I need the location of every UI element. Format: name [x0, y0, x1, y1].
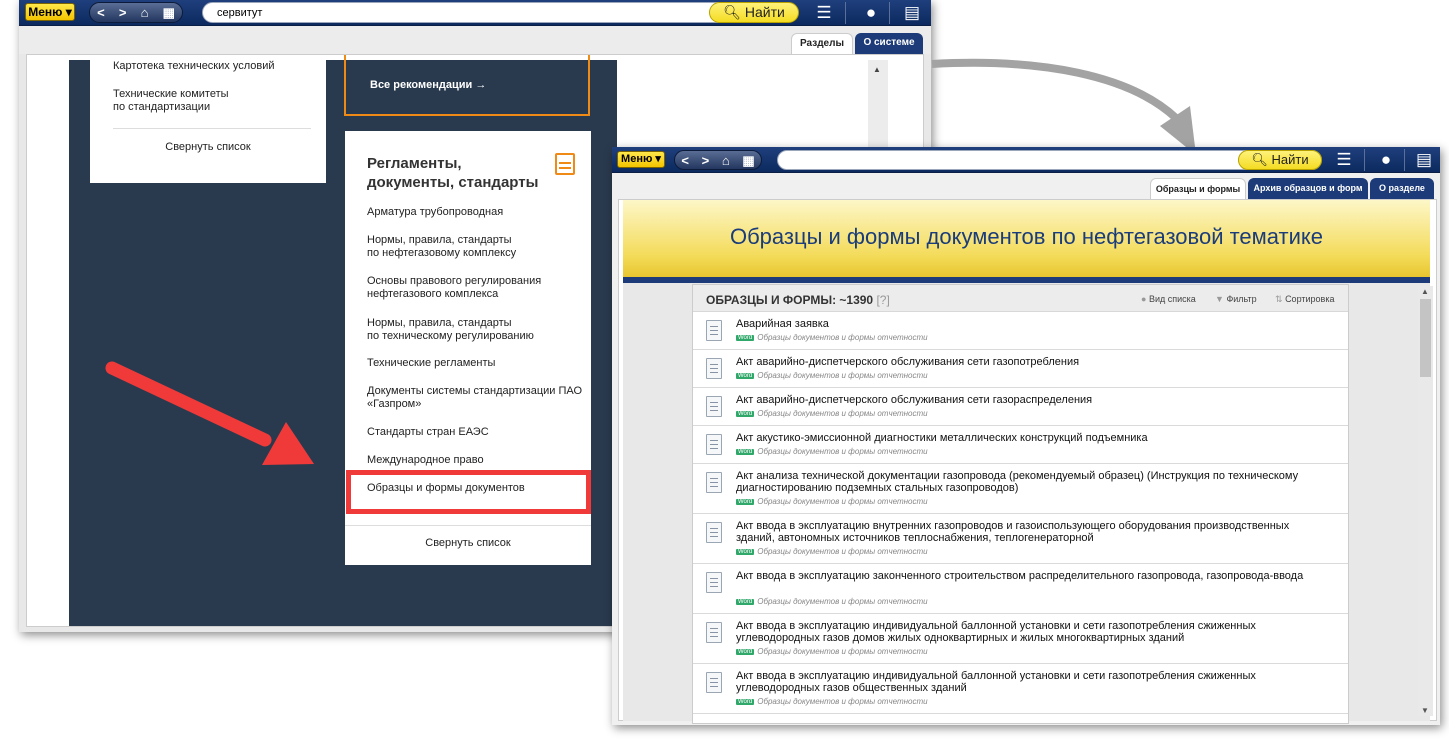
back-icon[interactable]: <	[681, 154, 689, 167]
window-forms-section: Меню ▾ < > ⌂ ▦ 🔍︎ Найти ☰ ● ▤ Образцы и …	[612, 147, 1440, 725]
document-icon	[706, 572, 722, 593]
list-item[interactable]: Акт акустико-эмиссионной диагностики мет…	[693, 426, 1348, 464]
document-meta: Word Образцы документов и формы отчетност…	[736, 409, 928, 418]
document-title[interactable]: Акт ввода в эксплуатацию индивидуальной …	[736, 620, 1306, 644]
find-button[interactable]: 🔍︎ Найти	[1238, 150, 1322, 170]
document-title[interactable]: Акт ввода в эксплуатацию законченного ст…	[736, 570, 1306, 582]
document-meta: Word Образцы документов и формы отчетност…	[736, 333, 928, 342]
list-item[interactable]: Акт ввода в эксплуатацию индивидуальной …	[693, 664, 1348, 714]
document-meta: Word Образцы документов и формы отчетност…	[736, 371, 928, 380]
view-mode-button[interactable]: ● Вид списка	[1141, 294, 1196, 304]
word-badge: Word	[736, 449, 755, 455]
document-meta: Word Образцы документов и формы отчетност…	[736, 597, 928, 606]
word-badge: Word	[736, 549, 755, 555]
document-meta: Word Образцы документов и формы отчетност…	[736, 497, 928, 506]
document-meta: Word Образцы документов и формы отчетност…	[736, 647, 928, 656]
banner-title: Образцы и формы документов по нефтегазов…	[623, 200, 1430, 277]
feedback-icon[interactable]: ▤	[1414, 151, 1434, 168]
document-title[interactable]: Акт ввода в эксплуатацию индивидуальной …	[736, 670, 1306, 694]
word-badge: Word	[736, 699, 755, 705]
user-icon[interactable]: ●	[1376, 151, 1396, 168]
word-badge: Word	[736, 373, 755, 379]
document-title[interactable]: Акт анализа технической документации газ…	[736, 470, 1306, 494]
document-meta: Word Образцы документов и формы отчетност…	[736, 697, 928, 706]
document-meta: Word Образцы документов и формы отчетност…	[736, 447, 928, 456]
documents-panel: ОБРАЗЦЫ И ФОРМЫ: ~1390 [?] ● Вид списка …	[692, 284, 1349, 724]
list-item[interactable]: Акт аварийно-диспетчерского обслуживания…	[693, 388, 1348, 426]
magnifier-icon: 🔍︎	[1251, 152, 1268, 167]
help-link[interactable]: [?]	[876, 293, 889, 307]
document-icon	[706, 358, 722, 379]
word-badge: Word	[736, 335, 755, 341]
filter-icon: ▼	[1215, 294, 1224, 304]
list-item[interactable]: Акт ввода в эксплуатацию законченного ст…	[693, 564, 1348, 614]
divider	[1404, 149, 1405, 171]
tab-about-section[interactable]: О разделе	[1370, 178, 1434, 199]
document-icon	[706, 434, 722, 455]
scroll-thumb[interactable]	[1420, 299, 1431, 377]
forward-icon[interactable]: >	[702, 154, 710, 167]
document-title[interactable]: Акт аварийно-диспетчерского обслуживания…	[736, 356, 1306, 368]
word-badge: Word	[736, 411, 755, 417]
tab-forms[interactable]: Образцы и формы	[1150, 178, 1246, 199]
scroll-down-icon[interactable]: ▼	[1421, 706, 1429, 715]
document-icon	[706, 672, 722, 693]
filter-button[interactable]: ▼ Фильтр	[1215, 294, 1257, 304]
grid-icon[interactable]: ▦	[742, 154, 754, 167]
home-icon[interactable]: ⌂	[722, 154, 730, 167]
sort-button[interactable]: ⇅ Сортировка	[1275, 294, 1334, 305]
menu-button[interactable]: Меню ▾	[617, 151, 665, 168]
list-item[interactable]: Аварийная заявка Word Образцы документов …	[693, 312, 1348, 350]
nav-group: < > ⌂ ▦	[674, 150, 762, 170]
divider	[1364, 149, 1365, 171]
list-item[interactable]: Акт ввода в эксплуатацию внутренних газо…	[693, 514, 1348, 564]
scrollbar[interactable]: ▲ ▼	[1418, 286, 1433, 716]
toolbar: Меню ▾ < > ⌂ ▦ 🔍︎ Найти ☰ ● ▤	[612, 147, 1440, 173]
document-meta: Word Образцы документов и формы отчетност…	[736, 547, 928, 556]
document-icon	[706, 522, 722, 543]
gray-arrow-icon	[931, 58, 1196, 155]
document-title[interactable]: Аварийная заявка	[736, 318, 1306, 330]
word-badge: Word	[736, 649, 755, 655]
red-arrow-icon	[105, 361, 314, 465]
word-badge: Word	[736, 599, 755, 605]
tab-forms-archive[interactable]: Архив образцов и форм	[1248, 178, 1368, 199]
hamburger-icon[interactable]: ☰	[1334, 151, 1354, 168]
document-icon	[706, 472, 722, 493]
list-item[interactable]: Акт аварийно-диспетчерского обслуживания…	[693, 350, 1348, 388]
document-title[interactable]: Акт аварийно-диспетчерского обслуживания…	[736, 394, 1306, 406]
sort-icon: ⇅	[1275, 294, 1283, 304]
scroll-up-icon[interactable]: ▲	[1421, 287, 1429, 296]
document-icon	[706, 320, 722, 341]
list-header: ОБРАЗЦЫ И ФОРМЫ: ~1390 [?] ● Вид списка …	[693, 285, 1348, 312]
document-icon	[706, 396, 722, 417]
document-title[interactable]: Акт акустико-эмиссионной диагностики мет…	[736, 432, 1306, 444]
list-count: ОБРАЗЦЫ И ФОРМЫ: ~1390 [?]	[706, 293, 890, 307]
word-badge: Word	[736, 499, 755, 505]
view-icon: ●	[1141, 294, 1147, 304]
document-icon	[706, 622, 722, 643]
document-title[interactable]: Акт ввода в эксплуатацию внутренних газо…	[736, 520, 1306, 544]
list-item[interactable]: Акт анализа технической документации газ…	[693, 464, 1348, 514]
list-item[interactable]: Акт ввода в эксплуатацию индивидуальной …	[693, 614, 1348, 664]
